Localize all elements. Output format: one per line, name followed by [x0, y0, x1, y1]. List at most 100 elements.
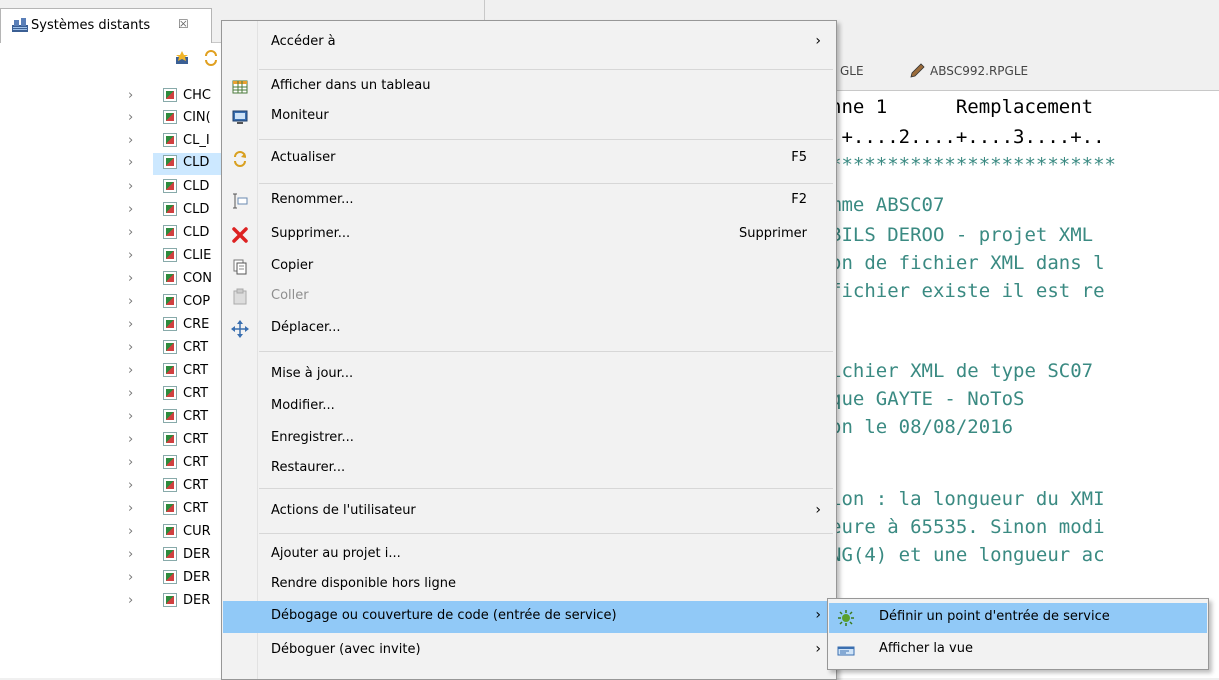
chevron-right-icon[interactable]: › — [128, 272, 142, 286]
library-icon — [163, 478, 177, 492]
chevron-right-icon[interactable]: › — [128, 594, 142, 608]
close-icon[interactable]: ☒ — [178, 17, 189, 31]
menu-item-show-in-table[interactable]: Afficher dans un tableau — [223, 73, 835, 101]
chevron-right-icon[interactable]: › — [128, 364, 142, 378]
column-ruler: .+....2....+....3....+.. — [830, 126, 1105, 148]
view-icon — [837, 646, 855, 656]
paste-icon — [233, 288, 247, 305]
library-icon — [163, 88, 177, 102]
column-header: nne 1 Remplacement — [830, 96, 1094, 118]
chevron-right-icon[interactable]: › — [128, 433, 142, 447]
chevron-right-icon[interactable]: › — [128, 156, 142, 170]
copy-icon — [233, 259, 247, 275]
chevron-right-icon[interactable]: › — [128, 502, 142, 516]
remote-systems-icon — [12, 18, 28, 32]
chevron-right-icon[interactable]: › — [128, 456, 142, 470]
code-line: ion : la longueur du XMI — [830, 488, 1105, 510]
menu-item-user-actions[interactable]: Actions de l'utilisateur › — [223, 498, 835, 526]
menu-item-debug-prompt[interactable]: Déboguer (avec invite) › — [223, 637, 835, 665]
menu-item-restore[interactable]: Restaurer... — [223, 455, 835, 483]
menu-item-copy[interactable]: Copier — [223, 253, 835, 281]
chevron-right-icon[interactable]: › — [128, 387, 142, 401]
code-line: on le 08/08/2016 — [830, 416, 1014, 438]
menu-item-modify[interactable]: Modifier... — [223, 393, 835, 421]
delete-icon — [232, 227, 248, 243]
tab-remote-systems[interactable]: Systèmes distants ☒ — [0, 8, 212, 43]
chevron-right-icon[interactable]: › — [128, 111, 142, 125]
tab-label: Systèmes distants — [31, 18, 151, 33]
rename-icon — [233, 193, 248, 209]
library-icon — [163, 110, 177, 124]
editor-tab-file[interactable]: ABSC992.RPGLE — [930, 54, 1028, 89]
library-icon — [163, 593, 177, 607]
chevron-right-icon: › — [815, 33, 821, 49]
menu-separator — [259, 351, 833, 352]
chevron-right-icon[interactable]: › — [128, 226, 142, 240]
library-icon — [163, 317, 177, 331]
menu-item-show-view[interactable]: Afficher la vue — [829, 635, 1207, 665]
chevron-right-icon[interactable]: › — [128, 479, 142, 493]
chevron-right-icon: › — [815, 641, 821, 657]
code-line: mme ABSC07 — [830, 194, 945, 216]
menu-separator — [259, 69, 833, 70]
library-icon — [163, 524, 177, 538]
chevron-right-icon[interactable]: › — [128, 410, 142, 424]
library-icon — [163, 340, 177, 354]
context-menu: Accéder à › Afficher dans un tableau Mon… — [221, 20, 837, 680]
chevron-right-icon[interactable]: › — [128, 295, 142, 309]
menu-separator — [259, 533, 833, 534]
code-line: NG(4) et une longueur ac — [830, 544, 1105, 566]
menu-item-debug-service-entry[interactable]: Débogage ou couverture de code (entrée d… — [223, 601, 835, 633]
chevron-right-icon[interactable]: › — [128, 89, 142, 103]
library-icon — [163, 570, 177, 584]
library-icon — [163, 409, 177, 423]
new-connection-icon[interactable] — [174, 50, 190, 66]
menu-item-paste[interactable]: Coller — [223, 283, 835, 311]
library-icon — [163, 455, 177, 469]
library-icon — [163, 294, 177, 308]
debug-submenu: Définir un point d'entrée de service Aff… — [827, 598, 1209, 670]
library-icon — [163, 547, 177, 561]
menu-item-move[interactable]: Déplacer... — [223, 315, 835, 343]
pencil-icon — [910, 63, 925, 78]
chevron-right-icon[interactable]: › — [128, 341, 142, 355]
menu-item-delete[interactable]: Supprimer... Supprimer — [223, 221, 835, 249]
code-line: eure à 65535. Sinon modi — [830, 516, 1105, 538]
code-line: fichier existe il est re — [830, 280, 1105, 302]
chevron-right-icon[interactable]: › — [128, 548, 142, 562]
move-icon — [231, 320, 249, 338]
menu-item-rename[interactable]: Renommer... F2 — [223, 187, 835, 215]
chevron-right-icon: › — [815, 502, 821, 518]
menu-item-set-service-entry[interactable]: Définir un point d'entrée de service — [829, 603, 1207, 633]
library-icon — [163, 363, 177, 377]
menu-item-go-to[interactable]: Accéder à › — [223, 29, 835, 57]
library-icon — [163, 271, 177, 285]
chevron-right-icon[interactable]: › — [128, 180, 142, 194]
menu-item-add-to-project[interactable]: Ajouter au projet i... — [223, 541, 835, 569]
chevron-right-icon[interactable]: › — [128, 571, 142, 585]
menu-item-refresh[interactable]: Actualiser F5 — [223, 145, 835, 173]
chevron-right-icon[interactable]: › — [128, 525, 142, 539]
library-icon — [163, 501, 177, 515]
menu-item-make-offline[interactable]: Rendre disponible hors ligne — [223, 571, 835, 599]
menu-item-save[interactable]: Enregistrer... — [223, 425, 835, 453]
chevron-right-icon: › — [815, 607, 821, 623]
chevron-right-icon[interactable]: › — [128, 318, 142, 332]
chevron-right-icon[interactable]: › — [128, 249, 142, 263]
library-icon — [163, 202, 177, 216]
library-icon — [163, 432, 177, 446]
menu-separator — [259, 139, 833, 140]
chevron-right-icon[interactable]: › — [128, 203, 142, 217]
library-icon — [163, 248, 177, 262]
menu-separator — [259, 488, 833, 489]
refresh-icon[interactable] — [203, 50, 219, 66]
code-line: ichier XML de type SC07 — [830, 360, 1094, 382]
library-icon — [163, 155, 177, 169]
chevron-right-icon[interactable]: › — [128, 134, 142, 148]
menu-separator — [259, 183, 833, 184]
refresh-icon — [234, 151, 246, 167]
menu-item-update[interactable]: Mise à jour... — [223, 361, 835, 389]
menu-item-monitor[interactable]: Moniteur — [223, 103, 835, 131]
editor-tab-partial[interactable]: GLE — [840, 54, 864, 89]
library-icon — [163, 225, 177, 239]
